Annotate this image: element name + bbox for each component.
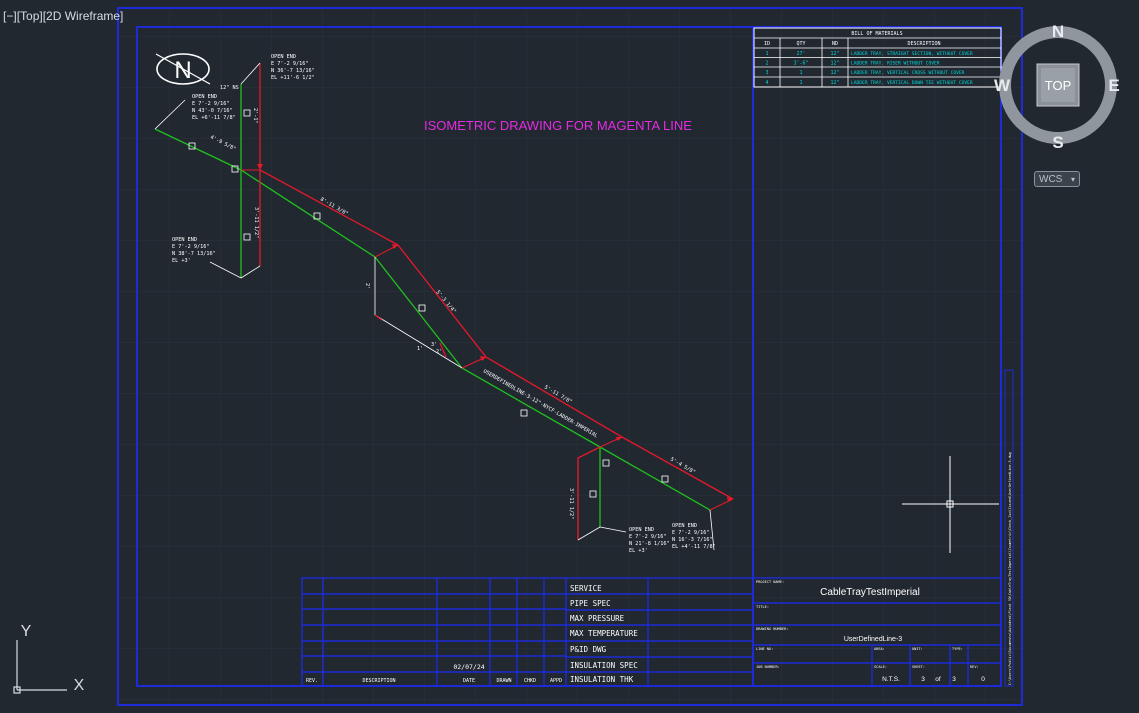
spec-label-service: SERVICE: [570, 584, 602, 593]
bom-col-id: ID: [764, 41, 770, 47]
rev-header-rev: REV.: [306, 678, 318, 684]
open-end-3-n: N 38'-7 13/16": [172, 251, 216, 257]
viewport-control-menu[interactable]: [−]: [3, 9, 17, 23]
open-end-4-el: EL +3': [629, 548, 648, 554]
scale-value: N.T.S.: [882, 676, 900, 683]
drawing-canvas[interactable]: BILL OF MATERIALS ID QTY ND DESCRIPTION …: [0, 0, 1139, 713]
view-menu[interactable]: [Top]: [17, 9, 43, 23]
bom-row3-desc: LADDER TRAY, VERTICAL CROSS WITHOUT COVE…: [851, 70, 965, 76]
dimension-6: 3'-11 1/2": [253, 207, 259, 238]
chevron-down-icon: ▾: [1070, 175, 1075, 184]
bom-row3-id: 3: [765, 70, 768, 76]
bom-row2-desc: LADDER TRAY, RISER WITHOUT COVER: [851, 61, 940, 67]
rev-value: 0: [981, 676, 985, 683]
rev-label: REV:: [970, 665, 979, 669]
viewcube-face-label: TOP: [1045, 78, 1072, 93]
dimension-7: 3'-11 1/2": [568, 488, 574, 519]
open-end-5-n: N 16'-3 7/16": [672, 537, 713, 543]
line-no-label: LINE NO:: [756, 647, 773, 651]
bom-col-nd: ND: [832, 41, 838, 47]
compass-south[interactable]: S: [1052, 133, 1063, 152]
open-end-1-e: E 7'-2 9/16": [271, 61, 308, 67]
north-symbol-letter: N: [174, 57, 191, 84]
rev-header-description: DESCRIPTION: [362, 678, 395, 684]
rev-header-date: DATE: [463, 678, 475, 684]
open-end-1-el: EL +11'-6 1/2": [271, 75, 315, 81]
bom-row3-nd: 12": [830, 70, 839, 76]
type-label: TYPE:: [952, 647, 963, 651]
bom-heading: BILL OF MATERIALS: [851, 31, 902, 37]
ucs-x-label: X: [74, 677, 85, 694]
rev-header-appd: APPD: [550, 678, 562, 684]
rev-header-chkd: CHKD: [524, 678, 536, 684]
scale-label: SCALE:: [874, 665, 887, 669]
dimension-8: 2'-1": [252, 108, 258, 124]
open-end-5-e: E 7'-2 9/16": [672, 530, 709, 536]
job-number-label: JOB NUMBER:: [756, 665, 780, 669]
area-label: AREA:: [874, 647, 885, 651]
revision-date: 02/07/24: [453, 663, 484, 671]
compass-east[interactable]: E: [1108, 76, 1119, 95]
bom-row2-qty: 3'-6": [793, 61, 808, 67]
bom-row1-qty: 27': [796, 51, 805, 57]
drawing-title: ISOMETRIC DRAWING FOR MAGENTA LINE: [424, 118, 692, 133]
sheet-label: SHEET:: [912, 665, 925, 669]
spec-label-max-temperature: MAX TEMPERATURE: [570, 629, 638, 638]
open-end-1-n: N 36'-7 13/16": [271, 68, 315, 74]
bom-row4-nd: 12": [830, 80, 839, 86]
bom-col-qty: QTY: [796, 41, 805, 47]
file-path: C:\Users\Public\Documents\Autodesk\Plant…: [1008, 452, 1012, 685]
open-end-1-title: OPEN END: [271, 54, 296, 60]
open-end-5-el: EL +4'-11 7/8": [672, 544, 716, 550]
compass-north[interactable]: N: [1052, 22, 1064, 41]
bom-row1-id: 1: [765, 51, 768, 57]
bom-row2-nd: 12": [830, 61, 839, 67]
open-end-3-title: OPEN END: [172, 237, 197, 243]
spec-label-insulation-thk: INSULATION THK: [570, 675, 634, 684]
bom-row2-id: 2: [765, 61, 768, 67]
drawing-number: UserDefinedLine-3: [844, 636, 902, 643]
wcs-label: WCS: [1039, 174, 1063, 185]
dimension-12: 2': [436, 349, 442, 355]
open-end-5-title: OPEN END: [672, 523, 697, 529]
open-end-2-e: E 7'-2 9/16": [192, 101, 229, 107]
dimension-11: 3': [431, 342, 437, 348]
wcs-menu-button[interactable]: WCS ▾: [1034, 171, 1080, 187]
bom-row3-qty: 1: [799, 70, 802, 76]
drawing-number-label: DRAWING NUMBER:: [756, 627, 788, 631]
ucs-y-label: Y: [21, 623, 32, 640]
open-end-2-el: EL +6'-11 7/8": [192, 115, 236, 121]
visual-style-menu[interactable]: [2D Wireframe]: [43, 9, 124, 23]
sheet-total: 3: [952, 676, 956, 683]
bom-row4-qty: 1: [799, 80, 802, 86]
sheet-value: 3: [921, 676, 925, 683]
unit-label: UNIT:: [912, 647, 923, 651]
dimension-10: 1': [417, 346, 423, 352]
rev-header-drawn: DRAWN: [496, 678, 511, 684]
spec-label-max-pressure: MAX PRESSURE: [570, 614, 625, 623]
open-end-4-n: N 21'-8 1/16": [629, 541, 670, 547]
sheet-of-label: of: [935, 676, 941, 683]
title-label: TITLE:: [756, 605, 769, 609]
open-end-2-n: N 43'-0 7/16": [192, 108, 233, 114]
size-note: 12" NS: [220, 85, 239, 91]
open-end-3-el: EL +3': [172, 258, 191, 264]
compass-west[interactable]: W: [994, 76, 1011, 95]
spec-label-pid-dwg: P&ID DWG: [570, 645, 607, 654]
dimension-9: 2': [364, 283, 370, 289]
project-name-label: PROJECT NAME:: [756, 580, 784, 584]
bom-row1-nd: 12": [830, 51, 839, 57]
project-name: CableTrayTestImperial: [820, 587, 920, 598]
viewport-controls[interactable]: [−][Top][2D Wireframe]: [3, 9, 123, 23]
bom-row1-desc: LADDER TRAY, STRAIGHT SECTION, WITHOUT C…: [851, 51, 973, 57]
bom-col-description: DESCRIPTION: [907, 41, 940, 47]
spec-label-insulation-spec: INSULATION SPEC: [570, 661, 638, 670]
open-end-3-e: E 7'-2 9/16": [172, 244, 209, 250]
spec-label-pipe-spec: PIPE SPEC: [570, 599, 611, 608]
bom-row4-desc: LADDER TRAY, VERTICAL DOWN TEE WITHOUT C…: [851, 80, 973, 86]
open-end-4-e: E 7'-2 9/16": [629, 534, 666, 540]
open-end-4-title: OPEN END: [629, 527, 654, 533]
open-end-2-title: OPEN END: [192, 94, 217, 100]
bom-row4-id: 4: [765, 80, 768, 86]
